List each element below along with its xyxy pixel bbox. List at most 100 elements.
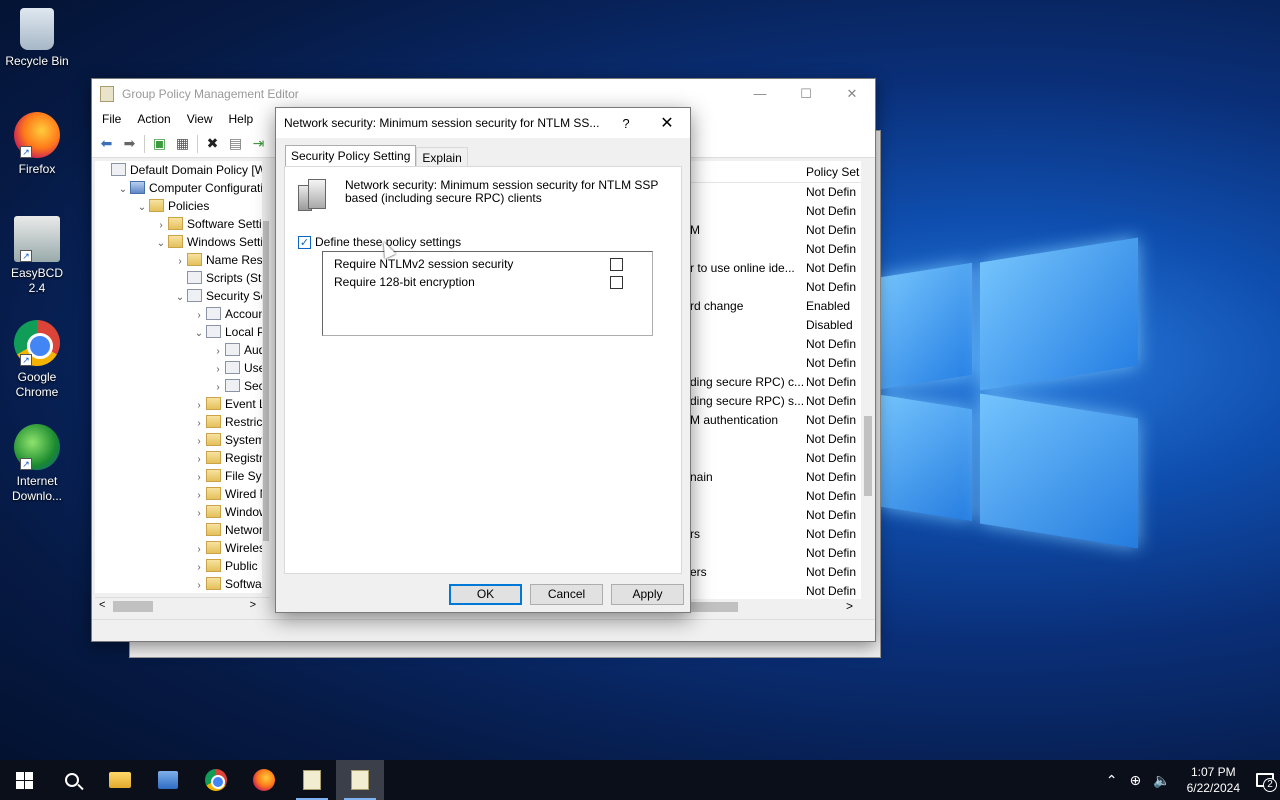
tree-horizontal-scrollbar[interactable]: < > xyxy=(95,597,270,614)
table-row[interactable]: Not Defin xyxy=(690,354,875,373)
option-128bit-label[interactable]: Require 128-bit encryption xyxy=(334,275,475,289)
tree-node[interactable]: ›Name Resoluti xyxy=(95,251,270,269)
list-vertical-scrollbar[interactable] xyxy=(861,161,875,613)
tree-node[interactable]: ›Securit xyxy=(95,377,270,395)
up-folder-icon[interactable]: ▣ xyxy=(149,133,170,154)
option-ntlmv2-label[interactable]: Require NTLMv2 session security xyxy=(334,257,513,271)
help-button[interactable]: ? xyxy=(608,116,644,131)
table-row[interactable]: Not Defin xyxy=(690,544,875,563)
table-row[interactable]: ding secure RPC) c... Not Defin xyxy=(690,373,875,392)
tree-node[interactable]: ›Public Key xyxy=(95,557,270,575)
list-header[interactable]: Policy Set ⌃ xyxy=(690,161,875,183)
forward-arrow-icon[interactable]: ➡ xyxy=(119,133,140,154)
table-row[interactable]: M authentication Not Defin xyxy=(690,411,875,430)
tree-node[interactable]: ⌄ Policies xyxy=(95,197,270,215)
table-row[interactable]: M Not Defin xyxy=(690,221,875,240)
column-policy-setting[interactable]: Policy Set xyxy=(806,161,859,183)
taskbar-gpm[interactable] xyxy=(288,760,336,800)
scroll-right-arrow-icon[interactable]: > xyxy=(250,599,256,611)
tree-node[interactable]: ›Restricted xyxy=(95,413,270,431)
tree-node[interactable]: ⌄Security Settin xyxy=(95,287,270,305)
tree-node[interactable]: ›Wireless N xyxy=(95,539,270,557)
tree-node[interactable]: ›Wired Net xyxy=(95,485,270,503)
table-row[interactable]: rd change Enabled xyxy=(690,297,875,316)
chevron-up-icon[interactable]: ⌃ xyxy=(1100,772,1124,789)
menu-action[interactable]: Action xyxy=(129,112,178,126)
search-button[interactable] xyxy=(48,760,96,800)
tree-node[interactable]: Scripts (Startu xyxy=(95,269,270,287)
ok-button[interactable]: OK xyxy=(449,584,522,605)
table-row[interactable]: Not Defin xyxy=(690,449,875,468)
apply-button[interactable]: Apply xyxy=(611,584,684,605)
tree-node[interactable]: ⌄Windows Settings xyxy=(95,233,270,251)
table-row[interactable]: Disabled xyxy=(690,316,875,335)
close-button[interactable]: ✕ xyxy=(829,86,875,102)
taskbar-file-explorer[interactable] xyxy=(96,760,144,800)
minimize-button[interactable]: — xyxy=(737,86,783,102)
desktop-icon-chrome[interactable]: ↗ Google Chrome xyxy=(2,320,72,400)
export-icon[interactable]: ⇥ xyxy=(248,133,269,154)
desktop-icon-firefox[interactable]: ↗ Firefox xyxy=(2,112,72,177)
tree-node[interactable]: ›Event Log xyxy=(95,395,270,413)
tree-node[interactable]: Default Domain Policy [WIN xyxy=(95,161,270,179)
maximize-button[interactable]: ☐ xyxy=(783,86,829,102)
table-row[interactable]: Not Defin xyxy=(690,202,875,221)
tree-node[interactable]: › Registry xyxy=(95,449,270,467)
table-row[interactable]: Not Defin xyxy=(690,487,875,506)
show-hide-tree-icon[interactable]: ▦ xyxy=(172,133,193,154)
dialog-titlebar[interactable]: Network security: Minimum session securi… xyxy=(276,108,690,138)
volume-muted-icon[interactable]: 🔈 xyxy=(1147,772,1176,789)
properties-icon[interactable]: ▤ xyxy=(225,133,246,154)
menu-help[interactable]: Help xyxy=(221,112,262,126)
taskbar-firefox[interactable] xyxy=(240,760,288,800)
desktop-icon-recycle-bin[interactable]: Recycle Bin xyxy=(2,8,72,69)
taskbar-gpe[interactable] xyxy=(336,760,384,800)
desktop-icon-easybcd[interactable]: ↗ EasyBCD 2.4 xyxy=(2,216,72,296)
menu-file[interactable]: File xyxy=(94,112,129,126)
table-row[interactable]: Not Defin xyxy=(690,278,875,297)
table-row[interactable]: Not Defin xyxy=(690,183,875,202)
table-row[interactable]: nain Not Defin xyxy=(690,468,875,487)
tree-node[interactable]: ›Software Settings xyxy=(95,215,270,233)
tree-vertical-scrollbar[interactable] xyxy=(262,161,270,593)
tree-node[interactable]: ›Windows I xyxy=(95,503,270,521)
tree-node[interactable]: ⌄ Computer Configuration xyxy=(95,179,270,197)
tree-node[interactable]: ⌄Local Polic xyxy=(95,323,270,341)
table-row[interactable]: Not Defin xyxy=(690,506,875,525)
scroll-left-arrow-icon[interactable]: < xyxy=(99,599,105,611)
menu-view[interactable]: View xyxy=(179,112,221,126)
option-ntlmv2-checkbox[interactable] xyxy=(610,258,623,271)
desktop-icon-idm[interactable]: ↗ Internet Downlo... xyxy=(2,424,72,504)
tree-node[interactable]: Network L xyxy=(95,521,270,539)
tree-node[interactable]: ›Audit P xyxy=(95,341,270,359)
table-row[interactable]: r to use online ide... Not Defin xyxy=(690,259,875,278)
taskbar-network-app[interactable] xyxy=(144,760,192,800)
delete-icon[interactable]: ✖ xyxy=(202,133,223,154)
cancel-button[interactable]: Cancel xyxy=(530,584,603,605)
table-row[interactable]: rs Not Defin xyxy=(690,525,875,544)
tree-node[interactable]: ›User Ri xyxy=(95,359,270,377)
action-center-button[interactable]: 2 xyxy=(1250,760,1280,800)
scroll-right-arrow-icon[interactable]: > xyxy=(846,599,853,613)
back-arrow-icon[interactable]: ⬅ xyxy=(96,133,117,154)
define-policy-checkbox[interactable]: ✓ xyxy=(298,235,311,249)
network-globe-icon[interactable]: ⊕ xyxy=(1123,772,1147,789)
tree-node[interactable]: ›File System xyxy=(95,467,270,485)
tree-node[interactable]: ›Software R xyxy=(95,575,270,593)
window-titlebar[interactable]: Group Policy Management Editor — ☐ ✕ xyxy=(92,79,875,108)
table-row[interactable]: ding secure RPC) s... Not Defin xyxy=(690,392,875,411)
tree-node[interactable]: ›System Se xyxy=(95,431,270,449)
list-horizontal-scrollbar[interactable]: > xyxy=(690,599,875,615)
clock[interactable]: 1:07 PM 6/22/2024 xyxy=(1177,764,1250,796)
chevron-right-icon[interactable]: › xyxy=(192,577,206,593)
table-row[interactable]: Not Defin xyxy=(690,240,875,259)
option-128bit-checkbox[interactable] xyxy=(610,276,623,289)
table-row[interactable]: ers Not Defin xyxy=(690,563,875,582)
start-button[interactable] xyxy=(0,760,48,800)
tree-node[interactable]: ›Account P xyxy=(95,305,270,323)
taskbar-chrome[interactable] xyxy=(192,760,240,800)
table-row[interactable]: Not Defin xyxy=(690,430,875,449)
tab-explain[interactable]: Explain xyxy=(416,147,468,167)
table-row[interactable]: Not Defin xyxy=(690,335,875,354)
tab-security-policy-setting[interactable]: Security Policy Setting xyxy=(285,145,417,167)
